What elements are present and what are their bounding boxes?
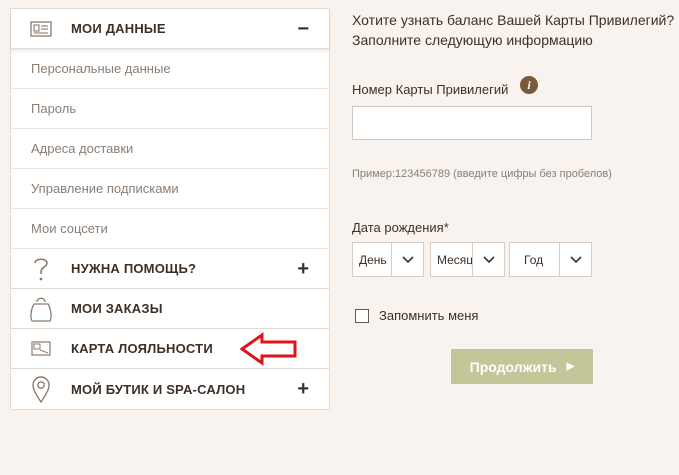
- expand-icon[interactable]: +: [297, 379, 309, 399]
- month-select-value: Месяц: [437, 252, 472, 267]
- sidebar-item-password[interactable]: Пароль: [11, 89, 329, 129]
- expand-icon[interactable]: +: [297, 259, 309, 279]
- collapse-icon[interactable]: −: [297, 19, 309, 39]
- year-select-value: Год: [524, 252, 544, 267]
- location-pin-icon: [11, 369, 71, 409]
- continue-button-label: Продолжить: [469, 358, 557, 375]
- day-select[interactable]: День: [352, 242, 424, 277]
- bag-icon: [11, 289, 71, 329]
- id-card-icon: [11, 9, 71, 49]
- birth-date-label: Дата рождения*: [352, 220, 449, 235]
- section-help[interactable]: НУЖНА ПОМОЩЬ? +: [11, 249, 329, 289]
- red-arrow-annotation: [239, 332, 298, 371]
- remember-me-label: Запомнить меня: [379, 308, 479, 323]
- form-intro-text: Хотите узнать баланс Вашей Карты Привиле…: [352, 12, 675, 48]
- card-number-label: Номер Карты Привилегий: [352, 82, 509, 97]
- chevron-down-icon: [559, 243, 591, 276]
- card-number-hint: Пример:123456789 (введите цифры без проб…: [352, 168, 612, 180]
- play-arrow-icon: ▶: [566, 361, 575, 372]
- section-boutique[interactable]: МОЙ БУТИК И SPA-САЛОН +: [11, 369, 329, 409]
- chevron-down-icon: [472, 243, 504, 276]
- section-my-data[interactable]: МОИ ДАННЫЕ −: [11, 9, 329, 49]
- card-icon: [11, 329, 71, 369]
- question-icon: [11, 249, 71, 289]
- card-number-input[interactable]: [352, 106, 592, 140]
- section-boutique-title: МОЙ БУТИК И SPA-САЛОН: [71, 381, 246, 397]
- continue-button[interactable]: Продолжить ▶: [451, 349, 593, 384]
- sidebar-item-delivery-addresses[interactable]: Адреса доставки: [11, 129, 329, 169]
- section-orders-title: МОИ ЗАКАЗЫ: [71, 301, 163, 316]
- section-orders[interactable]: МОИ ЗАКАЗЫ: [11, 289, 329, 329]
- section-my-data-title: МОИ ДАННЫЕ: [71, 21, 166, 36]
- chevron-down-icon: [391, 243, 423, 276]
- info-icon[interactable]: i: [520, 76, 538, 94]
- month-select[interactable]: Месяц: [430, 242, 505, 277]
- section-loyalty-card-title: КАРТА ЛОЯЛЬНОСТИ: [71, 341, 213, 356]
- remember-me-checkbox[interactable]: [355, 308, 369, 323]
- sidebar-item-social-networks[interactable]: Мои соцсети: [11, 209, 329, 249]
- sidebar-item-subscriptions[interactable]: Управление подписками: [11, 169, 329, 209]
- day-select-value: День: [359, 252, 387, 267]
- section-help-title: НУЖНА ПОМОЩЬ?: [71, 261, 197, 276]
- remember-me[interactable]: Запомнить меня: [355, 308, 478, 323]
- year-select[interactable]: Год: [509, 242, 592, 277]
- sidebar-item-personal-data[interactable]: Персональные данные: [11, 49, 329, 89]
